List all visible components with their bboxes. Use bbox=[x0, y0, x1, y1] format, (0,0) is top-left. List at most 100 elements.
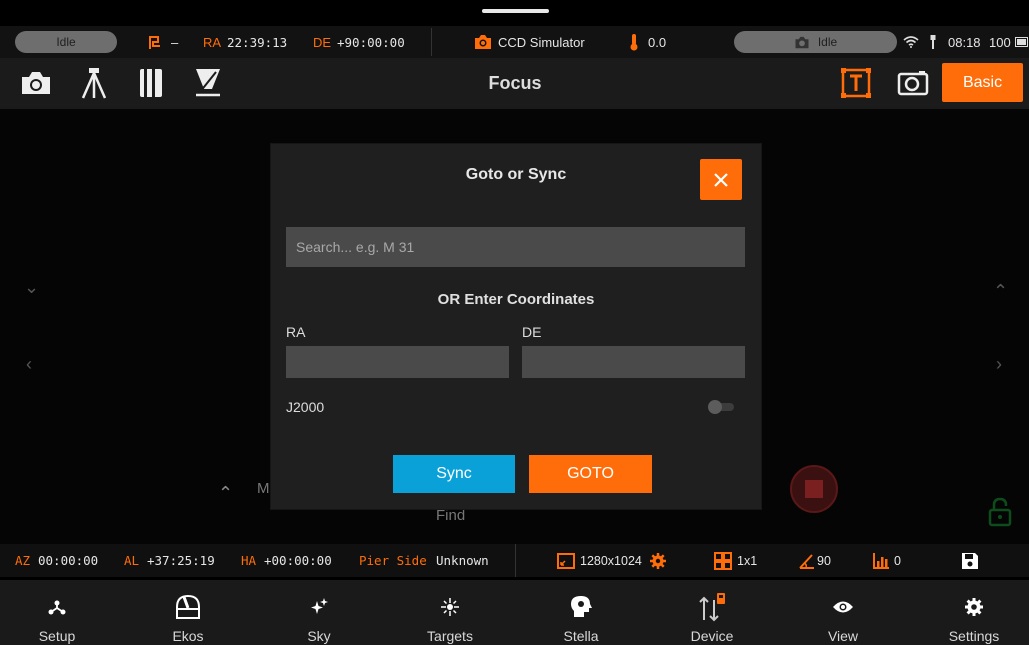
nav-view-label: View bbox=[827, 628, 859, 644]
nav-stella-label: Stella bbox=[563, 628, 599, 644]
nav-setup-label: Setup bbox=[38, 628, 76, 644]
divider bbox=[431, 28, 432, 56]
basic-mode-button[interactable]: Basic bbox=[942, 63, 1023, 102]
frame-size-icon bbox=[557, 552, 575, 570]
ra-input[interactable] bbox=[286, 346, 509, 378]
dialog-title: Goto or Sync bbox=[465, 166, 567, 183]
al-value: +37:25:19 bbox=[147, 553, 215, 568]
nav-device-label: Device bbox=[690, 628, 734, 644]
goto-button[interactable]: GOTO bbox=[529, 455, 652, 493]
de-input[interactable] bbox=[522, 346, 745, 378]
ra-label: RA bbox=[203, 34, 222, 50]
nav-ekos-label: Ekos bbox=[172, 628, 204, 644]
nav-sky[interactable]: Sky bbox=[269, 580, 369, 645]
nav-ekos[interactable]: Ekos bbox=[138, 580, 238, 645]
clock-time: 08:18 bbox=[948, 34, 981, 50]
nav-sky-label: Sky bbox=[307, 628, 331, 644]
ekos-icon bbox=[138, 594, 238, 619]
gear-icon[interactable] bbox=[649, 552, 667, 570]
chevron-right-icon[interactable]: › bbox=[996, 354, 1002, 375]
background-label-partial: M bbox=[257, 480, 270, 497]
pier-side-label: Pier Side bbox=[359, 553, 427, 568]
goto-sync-dialog: Goto or Sync OR Enter Coordinates RA DE … bbox=[271, 144, 761, 509]
preview-camera-icon[interactable] bbox=[895, 66, 931, 100]
stella-icon bbox=[531, 596, 631, 618]
capture-camera-icon[interactable] bbox=[18, 66, 54, 100]
pier-icon bbox=[147, 26, 163, 58]
device-icon bbox=[662, 592, 762, 622]
lock-icon[interactable] bbox=[988, 497, 1012, 532]
camera-status-icon bbox=[795, 36, 809, 48]
j2000-toggle[interactable] bbox=[708, 400, 735, 414]
focuser-icon[interactable] bbox=[133, 66, 169, 100]
mount-status-label: Idle bbox=[56, 35, 76, 49]
sky-icon bbox=[269, 596, 369, 618]
nav-targets[interactable]: Targets bbox=[400, 580, 500, 645]
page-title: Focus bbox=[488, 73, 542, 93]
drag-handle[interactable] bbox=[482, 9, 549, 13]
offset-chart-icon bbox=[872, 552, 890, 570]
battery-level: 100 bbox=[989, 34, 1011, 50]
de-value: +90:00:00 bbox=[337, 34, 405, 50]
chevron-up-icon[interactable]: ⌃ bbox=[993, 281, 1008, 302]
find-label: Find bbox=[436, 507, 466, 524]
module-toolbar: Focus Basic bbox=[0, 58, 1029, 109]
chevron-left-icon[interactable]: ‹ bbox=[26, 354, 32, 375]
coordinates-heading: OR Enter Coordinates bbox=[437, 291, 595, 308]
al-label: AL bbox=[124, 553, 140, 568]
chevron-up-small-icon[interactable]: ⌃ bbox=[218, 483, 233, 504]
de-field-label: DE bbox=[522, 324, 542, 340]
text-overlay-icon[interactable] bbox=[838, 66, 874, 100]
pier-value: – bbox=[171, 34, 179, 50]
binning-value: 1x1 bbox=[737, 553, 758, 568]
mount-tripod-icon[interactable] bbox=[76, 66, 112, 100]
close-button[interactable] bbox=[700, 159, 742, 200]
close-icon bbox=[714, 172, 728, 187]
chevron-down-icon[interactable]: ⌄ bbox=[24, 277, 39, 298]
ra-value: 22:39:13 bbox=[227, 34, 288, 50]
resolution-value: 1280x1024 bbox=[580, 553, 642, 568]
filter-wheel-icon[interactable] bbox=[190, 66, 226, 100]
nav-setup[interactable]: Setup bbox=[7, 580, 107, 645]
info-bar: AZ 00:00:00 AL +37:25:19 HA +00:00:00 Pi… bbox=[0, 544, 1029, 577]
nav-device[interactable]: Device bbox=[662, 580, 762, 645]
az-label: AZ bbox=[15, 553, 31, 568]
nav-view[interactable]: View bbox=[793, 580, 893, 645]
camera-icon bbox=[474, 26, 492, 58]
nav-settings[interactable]: Settings bbox=[924, 580, 1024, 645]
ha-value: +00:00:00 bbox=[264, 553, 332, 568]
nav-settings-label: Settings bbox=[948, 628, 1000, 644]
thermometer-icon bbox=[629, 26, 639, 58]
divider bbox=[515, 544, 516, 577]
battery-icon bbox=[1015, 26, 1029, 58]
rotation-angle-icon bbox=[798, 552, 816, 570]
search-input[interactable] bbox=[286, 227, 745, 267]
view-icon bbox=[793, 596, 893, 618]
de-label: DE bbox=[313, 34, 332, 50]
angle-value: 90 bbox=[817, 553, 831, 568]
nav-stella[interactable]: Stella bbox=[531, 580, 631, 645]
usb-icon bbox=[929, 26, 937, 58]
pier-side-value: Unknown bbox=[436, 553, 489, 568]
wifi-icon bbox=[903, 26, 919, 58]
camera-name: CCD Simulator bbox=[498, 34, 585, 50]
sync-button[interactable]: Sync bbox=[393, 455, 515, 493]
camera-status-label: Idle bbox=[817, 35, 838, 49]
bottom-navigation: Setup Ekos Sky Targets Stella Device Vie… bbox=[0, 580, 1029, 645]
setup-icon bbox=[7, 596, 107, 618]
save-icon[interactable] bbox=[961, 552, 979, 570]
ra-field-label: RA bbox=[286, 324, 306, 340]
targets-icon bbox=[400, 596, 500, 618]
ha-label: HA bbox=[241, 553, 257, 568]
binning-icon bbox=[714, 552, 732, 570]
toggle-knob bbox=[708, 400, 722, 414]
nav-targets-label: Targets bbox=[427, 628, 473, 644]
stop-icon bbox=[805, 480, 823, 498]
epoch-label: J2000 bbox=[286, 399, 325, 415]
az-value: 00:00:00 bbox=[38, 553, 99, 568]
status-bar: Idle – RA 22:39:13 DE +90:00:00 CCD Simu… bbox=[0, 26, 1029, 58]
mount-status-pill[interactable]: Idle bbox=[15, 31, 117, 53]
camera-status-pill[interactable]: Idle bbox=[734, 31, 897, 53]
stop-record-button[interactable] bbox=[790, 465, 838, 513]
offset-value: 0 bbox=[894, 553, 901, 568]
